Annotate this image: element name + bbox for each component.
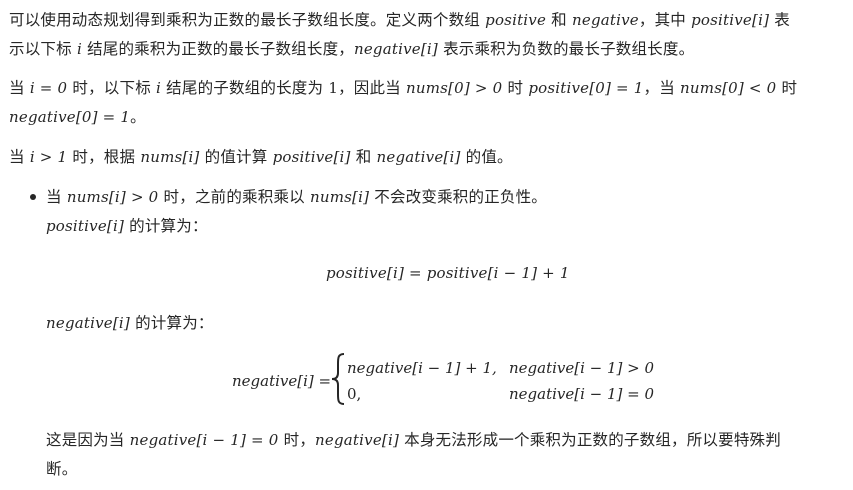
text: 时 — [776, 79, 798, 97]
bullet-line-1: 当 nums[i] > 0 时，之前的乘积乘以 nums[i] 不会改变乘积的正… — [46, 186, 547, 208]
text: 时，以下标 — [67, 79, 157, 97]
text: 结尾的子数组的长度为 — [161, 79, 329, 97]
paragraph-3: 当 i > 1 时，根据 nums[i] 的值计算 positive[i] 和 … — [9, 146, 513, 168]
math-negative-i: negative[i] — [315, 431, 399, 449]
text: 时，根据 — [67, 148, 141, 166]
paragraph-1-line-2: 示以下标 i 结尾的乘积为正数的最长子数组长度，negative[i] 表示乘积… — [9, 38, 694, 60]
math-i-eq-0: i = 0 — [29, 79, 68, 97]
text: 的计算为： — [124, 217, 208, 235]
paragraph-2-line-1: 当 i = 0 时，以下标 i 结尾的子数组的长度为 1，因此当 nums[0]… — [9, 77, 797, 99]
formula-positive-recurrence: positive[i] = positive[i − 1] + 1 — [326, 264, 570, 282]
text: ，当 — [643, 79, 681, 97]
paragraph-2-line-2: negative[0] = 1。 — [9, 106, 146, 128]
text: 不会改变乘积的正负性。 — [369, 188, 547, 206]
math-nums-i: nums[i] — [309, 188, 370, 206]
text: 当 — [9, 79, 30, 97]
bullet-line-2: positive[i] 的计算为： — [46, 215, 208, 237]
math-positive: positive — [485, 11, 547, 29]
text: 断。 — [46, 460, 78, 478]
math-nums0-gt-0: nums[0] > 0 — [406, 79, 503, 97]
math-negative: negative — [572, 11, 639, 29]
bullet-line-3: negative[i] 的计算为： — [46, 312, 214, 334]
bullet-line-4: 这是因为当 negative[i − 1] = 0 时，negative[i] … — [46, 429, 781, 451]
text: 示以下标 — [9, 40, 77, 58]
text: 和 — [350, 148, 377, 166]
text: ，因此当 — [338, 79, 406, 97]
formula-case-1-condition: negative[i − 1] > 0 — [509, 359, 655, 377]
formula-case-1-expression: negative[i − 1] + 1, — [347, 359, 497, 377]
formula-case-2-condition: negative[i − 1] = 0 — [509, 385, 655, 403]
math-negative-i: negative[i] — [376, 148, 461, 166]
math-nums0-lt-0: nums[0] < 0 — [680, 79, 777, 97]
text: ，其中 — [638, 11, 692, 29]
text: 可以使用动态规划得到乘积为正数的最长子数组长度。定义两个数组 — [9, 11, 486, 29]
list-bullet — [30, 194, 36, 200]
text: 的计算为： — [129, 314, 214, 332]
text: 时， — [278, 431, 316, 449]
math-negative-i-minus-1-eq-0: negative[i − 1] = 0 — [129, 431, 279, 449]
math-positive-i: positive[i] — [46, 217, 125, 235]
math-one: 1 — [328, 79, 339, 97]
bullet-line-5: 断。 — [46, 458, 77, 480]
math-positive0-eq-1: positive[0] = 1 — [528, 79, 644, 97]
math-positive-i: positive[i] — [691, 11, 770, 29]
text: 的值。 — [460, 148, 513, 166]
text: 时 — [502, 79, 529, 97]
text: 结尾的乘积为正数的最长子数组长度， — [81, 40, 354, 58]
text: 本身无法形成一个乘积为正数的子数组，所以要特殊判 — [399, 431, 781, 449]
text: 当 — [46, 188, 67, 206]
text: 这是因为当 — [46, 431, 130, 449]
left-brace-icon — [331, 353, 345, 405]
text: 表 — [769, 11, 790, 29]
text: 时，之前的乘积乘以 — [158, 188, 310, 206]
formula-case-2-expression: 0, — [347, 385, 362, 403]
text: 表示乘积为负数的最长子数组长度。 — [437, 40, 695, 58]
text: 当 — [9, 148, 30, 166]
paragraph-1-line-1: 可以使用动态规划得到乘积为正数的最长子数组长度。定义两个数组 positive … — [9, 9, 790, 31]
math-positive-i: positive[i] — [272, 148, 351, 166]
math-nums-i-gt-0: nums[i] > 0 — [66, 188, 159, 206]
math-negative0-eq-1: negative[0] = 1 — [9, 108, 131, 126]
math-nums-i: nums[i] — [140, 148, 200, 166]
math-negative-i: negative[i] — [46, 314, 130, 332]
text: 的值计算 — [199, 148, 273, 166]
text: 和 — [546, 11, 573, 29]
formula-negative-lhs: negative[i] = — [232, 372, 332, 390]
math-i-gt-1: i > 1 — [29, 148, 68, 166]
math-negative-i: negative[i] — [353, 40, 438, 58]
document-page: 可以使用动态规划得到乘积为正数的最长子数组长度。定义两个数组 positive … — [0, 0, 853, 490]
text: 。 — [130, 108, 146, 126]
